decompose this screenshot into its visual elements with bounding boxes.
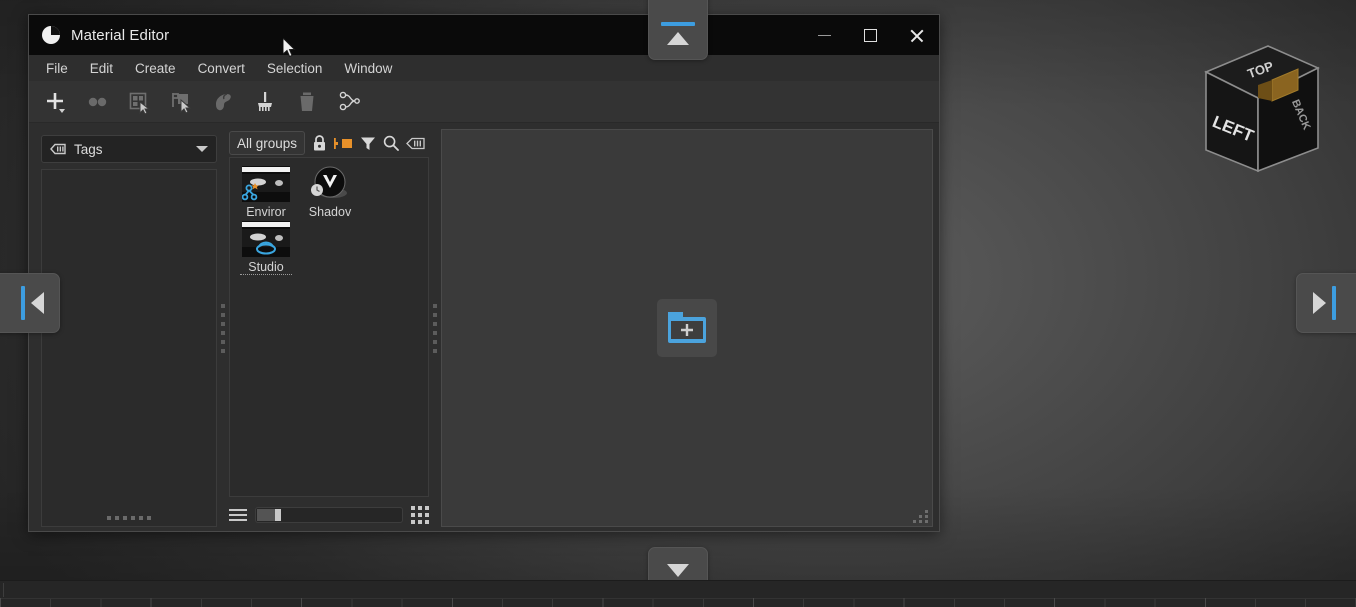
minimize-button[interactable] <box>801 15 847 55</box>
material-thumbnail[interactable] <box>306 166 354 202</box>
view-cube[interactable]: TOP LEFT BACK <box>1190 38 1330 178</box>
timeline-bar[interactable] <box>0 580 1356 607</box>
tag-label-icon[interactable] <box>406 137 425 150</box>
grid-cursor-icon <box>129 92 151 115</box>
flag-cursor-icon <box>172 92 192 114</box>
lock-icon[interactable] <box>312 134 327 152</box>
material-name: Studio <box>240 260 292 275</box>
triangle-left-icon <box>30 292 44 314</box>
material-name: Enviror <box>246 205 286 219</box>
menu-item-selection[interactable]: Selection <box>256 58 334 79</box>
clean-material-button[interactable] <box>247 85 283 119</box>
tags-panel: Tags <box>35 129 217 527</box>
close-button[interactable] <box>893 15 939 55</box>
materials-grid[interactable]: Enviror Shadov Studio <box>229 157 429 497</box>
node-graph-button[interactable] <box>331 85 367 119</box>
two-dots-icon <box>88 97 107 106</box>
splitter-materials-preview[interactable] <box>429 129 441 527</box>
studio-hdri-thumb <box>242 221 290 257</box>
menu-item-create[interactable]: Create <box>124 58 187 79</box>
top-tab-accent-bar <box>661 21 695 26</box>
timeline-playhead <box>3 583 4 597</box>
delete-material-button[interactable] <box>289 85 325 119</box>
new-folder-button[interactable] <box>657 299 717 357</box>
material-item[interactable]: Shadov <box>298 164 362 219</box>
paint-drop-icon <box>216 92 231 110</box>
thumbnail-size-slider[interactable] <box>255 506 403 523</box>
menu-item-file[interactable]: File <box>35 58 79 79</box>
toolbar[interactable] <box>29 81 939 123</box>
expand-top-panel-tab[interactable] <box>648 0 708 60</box>
material-name: Shadov <box>308 205 352 219</box>
maximize-icon <box>863 28 877 42</box>
material-sphere-icon <box>42 26 60 44</box>
right-tab-accent-bar <box>1331 286 1336 320</box>
splitter-tags-materials[interactable] <box>217 129 229 527</box>
paint-material-button[interactable] <box>205 85 241 119</box>
environment-hdri-thumb <box>241 166 290 202</box>
expand-right-panel-tab[interactable] <box>1296 273 1356 333</box>
duplicate-material-button[interactable] <box>79 85 115 119</box>
menu-bar[interactable]: File Edit Create Convert Selection Windo… <box>29 55 939 81</box>
window-titlebar[interactable]: Material Editor <box>29 15 939 55</box>
broom-icon <box>258 91 272 111</box>
tags-dropdown[interactable]: Tags <box>41 135 217 163</box>
tags-list[interactable] <box>41 169 217 527</box>
tag-hierarchy-icon[interactable] <box>334 136 353 151</box>
slider-fill <box>257 508 275 521</box>
new-material-button[interactable] <box>37 85 73 119</box>
search-icon[interactable] <box>383 135 399 151</box>
list-view-icon[interactable] <box>229 508 247 521</box>
tags-drag-handle[interactable] <box>107 516 151 520</box>
all-groups-label: All groups <box>237 135 298 151</box>
material-thumbnail[interactable] <box>241 166 290 202</box>
left-tab-accent-bar <box>20 286 25 320</box>
materials-header-bar: All groups <box>229 129 429 157</box>
filter-funnel-icon[interactable] <box>360 136 376 151</box>
material-editor-body: Tags All groups Enviror Shadov Studio <box>29 123 939 531</box>
all-groups-button[interactable]: All groups <box>229 131 306 155</box>
materials-panel: All groups Enviror Shadov Studio <box>229 129 429 527</box>
materials-footer <box>229 497 429 527</box>
maximize-button[interactable] <box>847 15 893 55</box>
timeline-ruler-major <box>0 598 1356 607</box>
triangle-down-icon <box>667 563 689 577</box>
expand-left-panel-tab[interactable] <box>0 273 60 333</box>
material-item[interactable]: Enviror <box>234 164 298 219</box>
shadow-catcher-thumb <box>306 166 354 202</box>
triangle-up-icon <box>667 31 689 45</box>
triangle-right-icon <box>1312 292 1326 314</box>
resize-grip[interactable] <box>913 510 929 523</box>
grid-view-icon[interactable] <box>411 505 429 524</box>
minimize-icon <box>817 34 831 36</box>
tag-icon <box>50 143 66 155</box>
slider-knob[interactable] <box>275 508 281 521</box>
folder-plus-icon <box>668 312 706 343</box>
menu-item-convert[interactable]: Convert <box>187 58 256 79</box>
close-icon <box>909 28 924 43</box>
menu-item-window[interactable]: Window <box>333 58 403 79</box>
select-in-scene-button[interactable] <box>121 85 157 119</box>
plus-with-dropdown-icon <box>47 92 65 113</box>
tags-dropdown-value: Tags <box>74 141 103 157</box>
material-preview-panel[interactable] <box>441 129 933 527</box>
window-title: Material Editor <box>71 26 170 44</box>
material-editor-window[interactable]: Material Editor File Edit Create Convert… <box>28 14 940 532</box>
menu-item-edit[interactable]: Edit <box>79 58 124 79</box>
material-item[interactable]: Studio <box>234 219 298 275</box>
node-graph-icon <box>339 91 360 110</box>
material-thumbnail[interactable] <box>242 221 290 257</box>
apply-material-button[interactable] <box>163 85 199 119</box>
chevron-down-icon <box>196 146 208 152</box>
trash-icon <box>300 92 314 111</box>
